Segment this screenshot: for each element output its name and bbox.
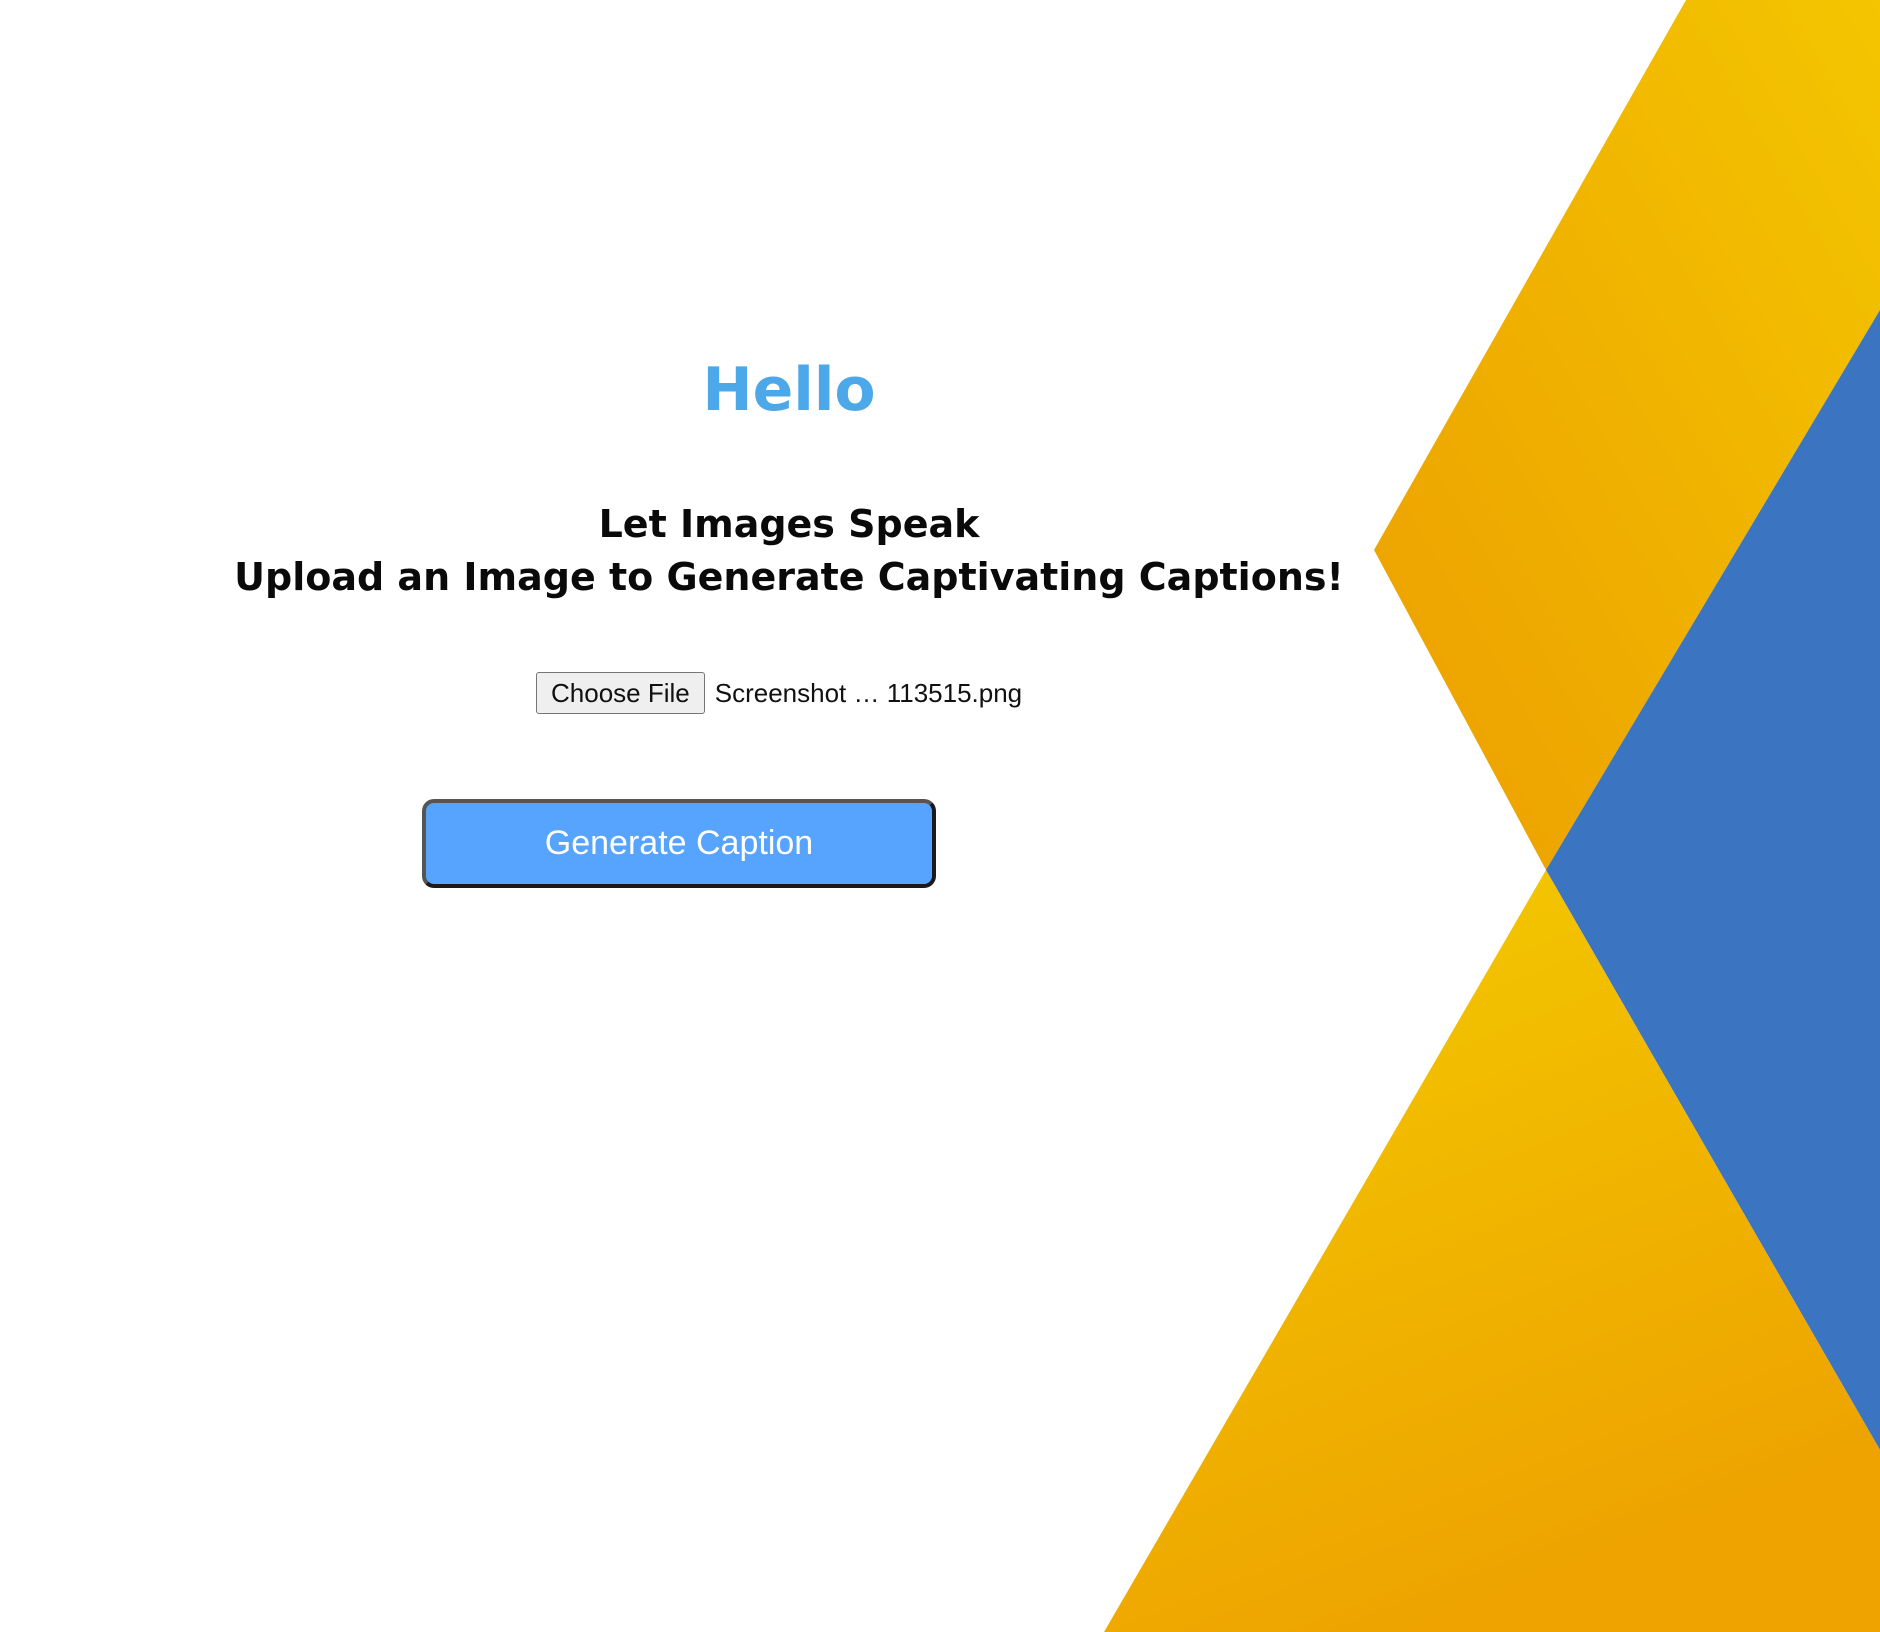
generate-caption-button[interactable]: Generate Caption [422,799,936,888]
greeting-heading: Hello [702,355,876,425]
tagline: Let Images Speak Upload an Image to Gene… [0,498,1578,604]
file-input[interactable]: Choose File Screenshot … 113515.png [536,672,1022,714]
tagline-line-1: Let Images Speak [598,502,980,546]
selected-file-name: Screenshot … 113515.png [714,677,1023,708]
tagline-line-2: Upload an Image to Generate Captivating … [234,555,1344,599]
main-content: Hello Let Images Speak Upload an Image t… [0,0,1880,1632]
choose-file-button[interactable]: Choose File [536,672,705,714]
